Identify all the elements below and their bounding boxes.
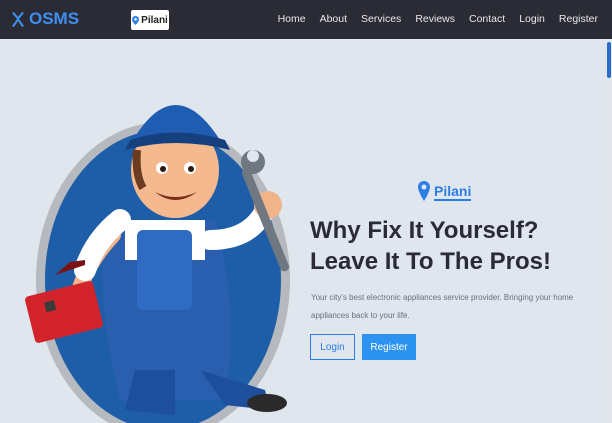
hero-login-button[interactable]: Login — [310, 334, 355, 360]
map-pin-icon — [418, 181, 430, 201]
nav-home[interactable]: Home — [278, 13, 306, 25]
nav-about[interactable]: About — [320, 13, 347, 25]
nav-register[interactable]: Register — [559, 13, 598, 25]
nav-reviews[interactable]: Reviews — [415, 13, 455, 25]
repairman-illustration — [25, 105, 290, 423]
scrollbar-thumb[interactable] — [607, 42, 611, 78]
nav-services[interactable]: Services — [361, 13, 401, 25]
location-pill-label: Pilani — [141, 14, 168, 26]
nav-login[interactable]: Login — [519, 13, 545, 25]
location-selector[interactable]: Pilani — [131, 10, 169, 30]
nav-links: Home About Services Reviews Contact Logi… — [278, 13, 598, 25]
nav-contact[interactable]: Contact — [469, 13, 505, 25]
hero-headline: Why Fix It Yourself? Leave It To The Pro… — [310, 217, 551, 275]
brand-name: OSMS — [29, 9, 80, 28]
page-scrollbar[interactable] — [606, 39, 612, 423]
hero-location: Pilani — [417, 179, 472, 205]
brand-logo[interactable]: OSMS — [11, 9, 79, 29]
hero-register-button[interactable]: Register — [362, 334, 416, 360]
top-navbar: OSMS Pilani Home About Services Reviews … — [0, 0, 612, 39]
hero-city-label: Pilani — [434, 183, 472, 201]
tools-icon — [12, 11, 24, 27]
hero-subtext: Your city's best electronic appliances s… — [311, 293, 574, 320]
map-pin-icon — [132, 15, 140, 25]
